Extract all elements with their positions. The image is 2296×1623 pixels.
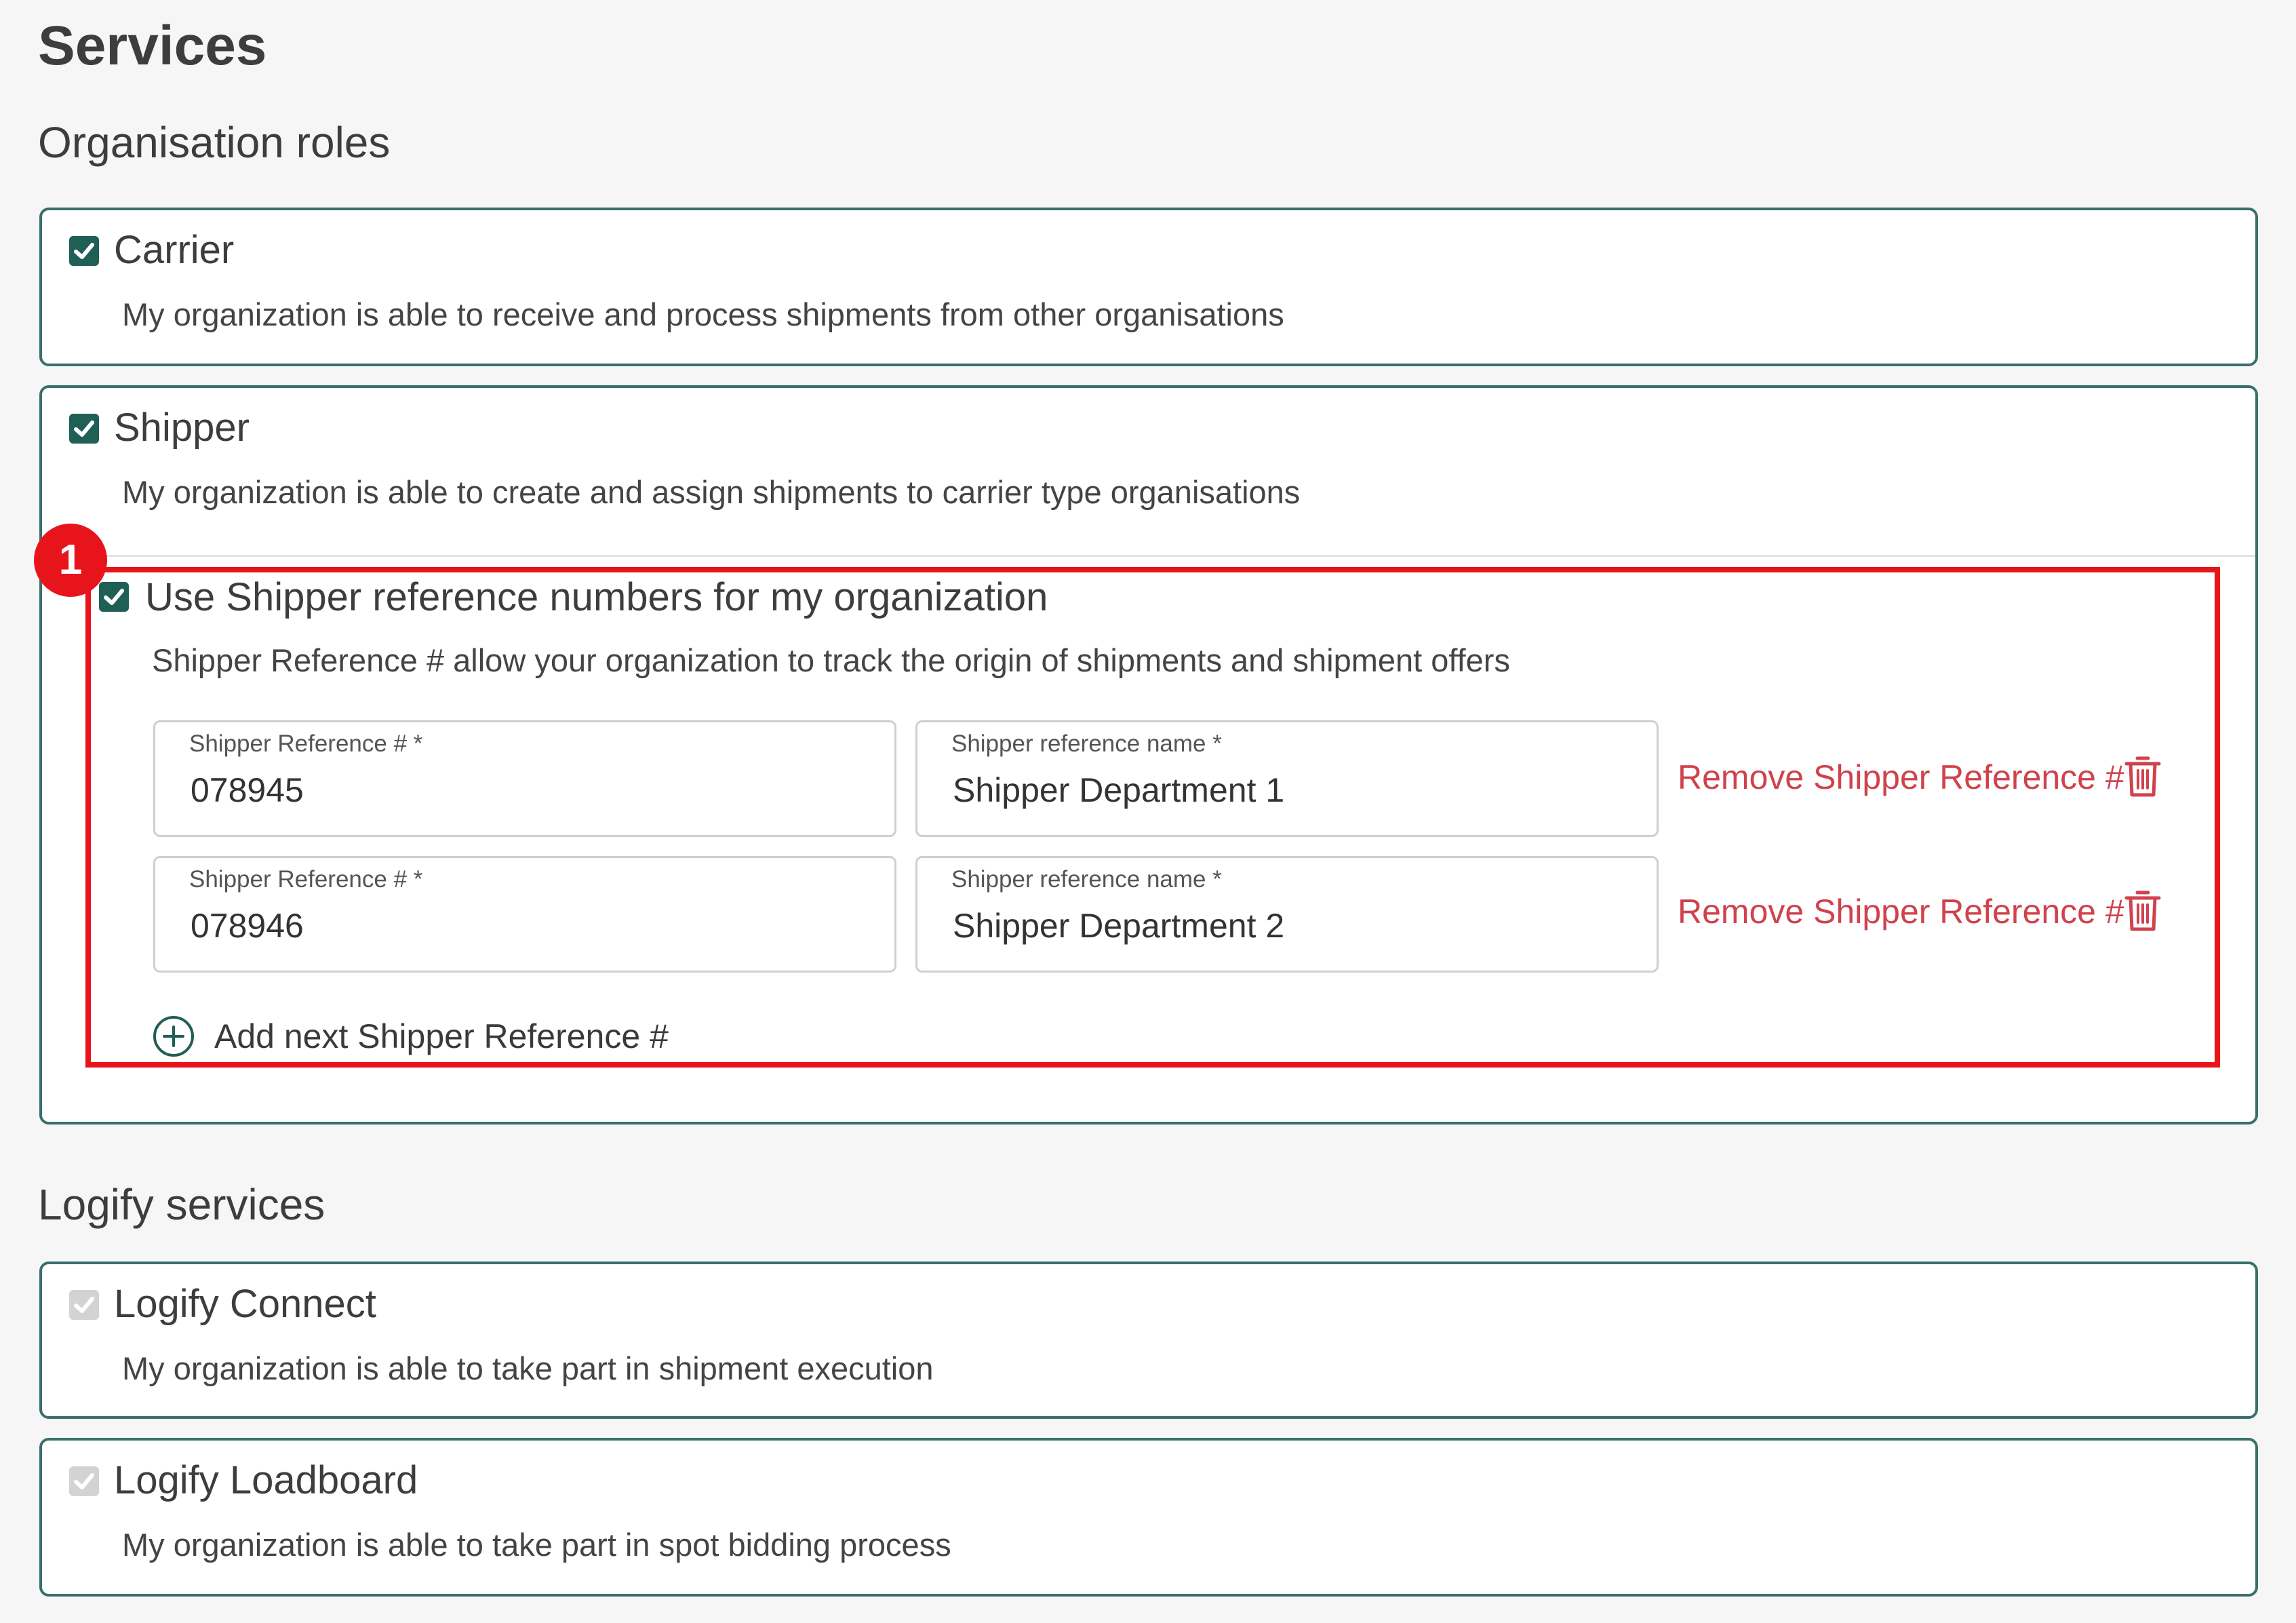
- shipper-reference-label: Shipper Reference # *: [189, 866, 423, 893]
- check-icon: [74, 421, 94, 437]
- carrier-checkbox[interactable]: [69, 236, 99, 266]
- logify-loadboard-card: Logify Loadboard My organization is able…: [39, 1438, 2258, 1597]
- logify-loadboard-checkbox: [69, 1466, 99, 1496]
- plus-circle-icon: [153, 1016, 194, 1057]
- logify-connect-description: My organization is able to take part in …: [122, 1350, 934, 1386]
- use-shipper-reference-checkbox[interactable]: [99, 582, 129, 612]
- shipper-reference-field: Shipper Reference # *: [153, 720, 896, 837]
- carrier-description: My organization is able to receive and p…: [122, 296, 1284, 332]
- logify-connect-checkbox: [69, 1290, 99, 1320]
- shipper-reference-label: Shipper Reference # *: [189, 730, 423, 757]
- shipper-label: Shipper: [114, 406, 250, 450]
- step-badge: 1: [34, 524, 107, 597]
- logify-loadboard-label: Logify Loadboard: [114, 1458, 418, 1502]
- shipper-reference-description: Shipper Reference # allow your organizat…: [152, 642, 1510, 678]
- shipper-reference-name-label: Shipper reference name *: [951, 866, 1222, 893]
- check-icon: [74, 1473, 94, 1489]
- shipper-reference-name-input[interactable]: [953, 899, 1617, 953]
- shipper-reference-name-input[interactable]: [953, 763, 1617, 817]
- add-next-shipper-reference-button[interactable]: Add next Shipper Reference #: [152, 1015, 735, 1058]
- check-icon: [104, 589, 124, 605]
- check-icon: [74, 1297, 94, 1313]
- trash-icon[interactable]: [2124, 754, 2162, 799]
- logify-connect-card: Logify Connect My organization is able t…: [39, 1262, 2258, 1419]
- remove-shipper-reference-link[interactable]: Remove Shipper Reference #: [1678, 756, 2124, 799]
- shipper-divider: [42, 555, 2255, 557]
- page-title: Services: [38, 15, 267, 77]
- logify-services-heading: Logify services: [38, 1180, 325, 1229]
- organisation-roles-heading: Organisation roles: [38, 118, 391, 167]
- logify-loadboard-description: My organization is able to take part in …: [122, 1527, 951, 1563]
- shipper-reference-name-field: Shipper reference name *: [915, 720, 1659, 837]
- use-shipper-reference-label: Use Shipper reference numbers for my org…: [145, 575, 1048, 619]
- carrier-label: Carrier: [114, 228, 235, 272]
- shipper-checkbox[interactable]: [69, 414, 99, 444]
- shipper-reference-name-field: Shipper reference name *: [915, 856, 1659, 973]
- shipper-reference-name-label: Shipper reference name *: [951, 730, 1222, 757]
- logify-connect-label: Logify Connect: [114, 1282, 376, 1326]
- shipper-reference-input[interactable]: [191, 899, 855, 953]
- remove-shipper-reference-link[interactable]: Remove Shipper Reference #: [1678, 890, 2124, 933]
- check-icon: [74, 243, 94, 259]
- carrier-role-card: Carrier My organization is able to recei…: [39, 208, 2258, 366]
- add-next-label: Add next Shipper Reference #: [214, 1017, 669, 1055]
- trash-icon[interactable]: [2124, 888, 2162, 933]
- shipper-reference-input[interactable]: [191, 763, 855, 817]
- shipper-description: My organization is able to create and as…: [122, 474, 1301, 510]
- shipper-reference-field: Shipper Reference # *: [153, 856, 896, 973]
